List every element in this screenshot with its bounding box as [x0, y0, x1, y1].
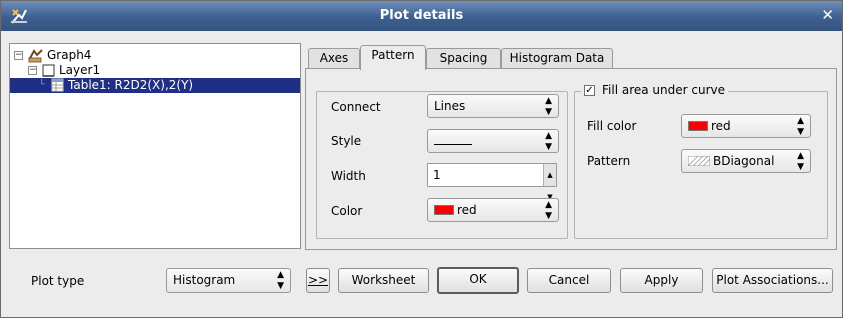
worksheet-button[interactable]: Worksheet: [338, 268, 429, 293]
ok-button[interactable]: OK: [437, 267, 519, 294]
window-title: Plot details: [379, 8, 464, 23]
updown-arrow-icon: ▲ ▼: [797, 151, 804, 172]
fill-color-value: red: [711, 119, 731, 133]
updown-arrow-icon: ▲ ▼: [277, 270, 284, 291]
solid-line-icon: [434, 144, 472, 145]
updown-arrow-icon: ▲ ▼: [797, 116, 804, 137]
fill-area-checkbox[interactable]: ✓: [584, 85, 595, 96]
connect-label: Connect: [331, 100, 381, 114]
collapse-icon[interactable]: −: [28, 66, 37, 75]
width-spinbox[interactable]: 1 ▲ ▼: [427, 163, 557, 201]
tree-label-graph: Graph4: [47, 48, 92, 62]
updown-arrow-icon: ▲ ▼: [545, 131, 552, 152]
fill-area-label: Fill area under curve: [602, 83, 725, 97]
line-group: Connect Lines ▲ ▼ Style ▲ ▼ Width 1 ▲ ▼ Col…: [316, 91, 568, 239]
updown-arrow-icon: ▲ ▼: [545, 96, 552, 117]
connect-select[interactable]: Lines ▲ ▼: [427, 94, 559, 118]
color-select[interactable]: red ▲ ▼: [427, 198, 559, 222]
fill-color-select[interactable]: red ▲ ▼: [681, 114, 811, 138]
table-icon: [51, 78, 64, 92]
plot-details-dialog: Plot details ✕ − Graph4 − Layer1 └ Table…: [0, 0, 843, 318]
tree-label-curve: Table1: R2D2(X),2(Y): [68, 78, 194, 92]
collapse-icon[interactable]: −: [14, 51, 23, 60]
fill-color-label: Fill color: [587, 119, 637, 133]
fill-group-legend: ✓ Fill area under curve: [581, 83, 728, 99]
spin-arrows-icon[interactable]: ▲ ▼: [543, 164, 556, 201]
color-label: Color: [331, 204, 363, 218]
tree-item-curve[interactable]: └ Table1: R2D2(X),2(Y): [10, 78, 300, 93]
pattern-tab-panel: Connect Lines ▲ ▼ Style ▲ ▼ Width 1 ▲ ▼ Col…: [305, 68, 837, 250]
title-bar: Plot details ✕: [1, 1, 842, 31]
tab-histogram-data[interactable]: Histogram Data: [501, 48, 613, 69]
cancel-button[interactable]: Cancel: [527, 268, 611, 293]
close-icon[interactable]: ✕: [821, 6, 834, 24]
expand-button[interactable]: >>: [306, 268, 330, 293]
tree-label-layer: Layer1: [59, 63, 101, 77]
plot-type-label: Plot type: [31, 274, 85, 288]
tab-axes[interactable]: Axes: [308, 48, 360, 69]
plot-type-select[interactable]: Histogram ▲ ▼: [166, 268, 291, 293]
color-swatch: [434, 205, 454, 215]
apply-button[interactable]: Apply: [620, 268, 703, 293]
width-label: Width: [331, 169, 366, 183]
tab-spacing[interactable]: Spacing: [426, 48, 501, 69]
plot-associations-button[interactable]: Plot Associations...: [712, 268, 833, 293]
style-select[interactable]: ▲ ▼: [427, 129, 559, 153]
tree-connector: └: [39, 80, 45, 90]
updown-arrow-icon: ▲ ▼: [545, 200, 552, 221]
fill-group: ✓ Fill area under curve Fill color red ▲…: [574, 83, 828, 239]
layer-icon: [42, 64, 55, 77]
pattern-select[interactable]: BDiagonal ▲ ▼: [681, 149, 811, 173]
pattern-value: BDiagonal: [713, 154, 775, 168]
style-label: Style: [331, 134, 362, 148]
plot-tree[interactable]: − Graph4 − Layer1 └ Table1: R2D2(X),2(Y): [9, 43, 301, 249]
bdiagonal-pattern-icon: [688, 156, 710, 166]
pattern-label: Pattern: [587, 154, 631, 168]
color-value: red: [457, 203, 477, 217]
connect-value: Lines: [434, 99, 466, 113]
color-swatch: [688, 121, 708, 131]
plot-type-value: Histogram: [173, 273, 236, 287]
graph-icon: [28, 49, 43, 63]
tab-pattern[interactable]: Pattern: [360, 45, 426, 70]
width-value: 1: [433, 168, 441, 182]
